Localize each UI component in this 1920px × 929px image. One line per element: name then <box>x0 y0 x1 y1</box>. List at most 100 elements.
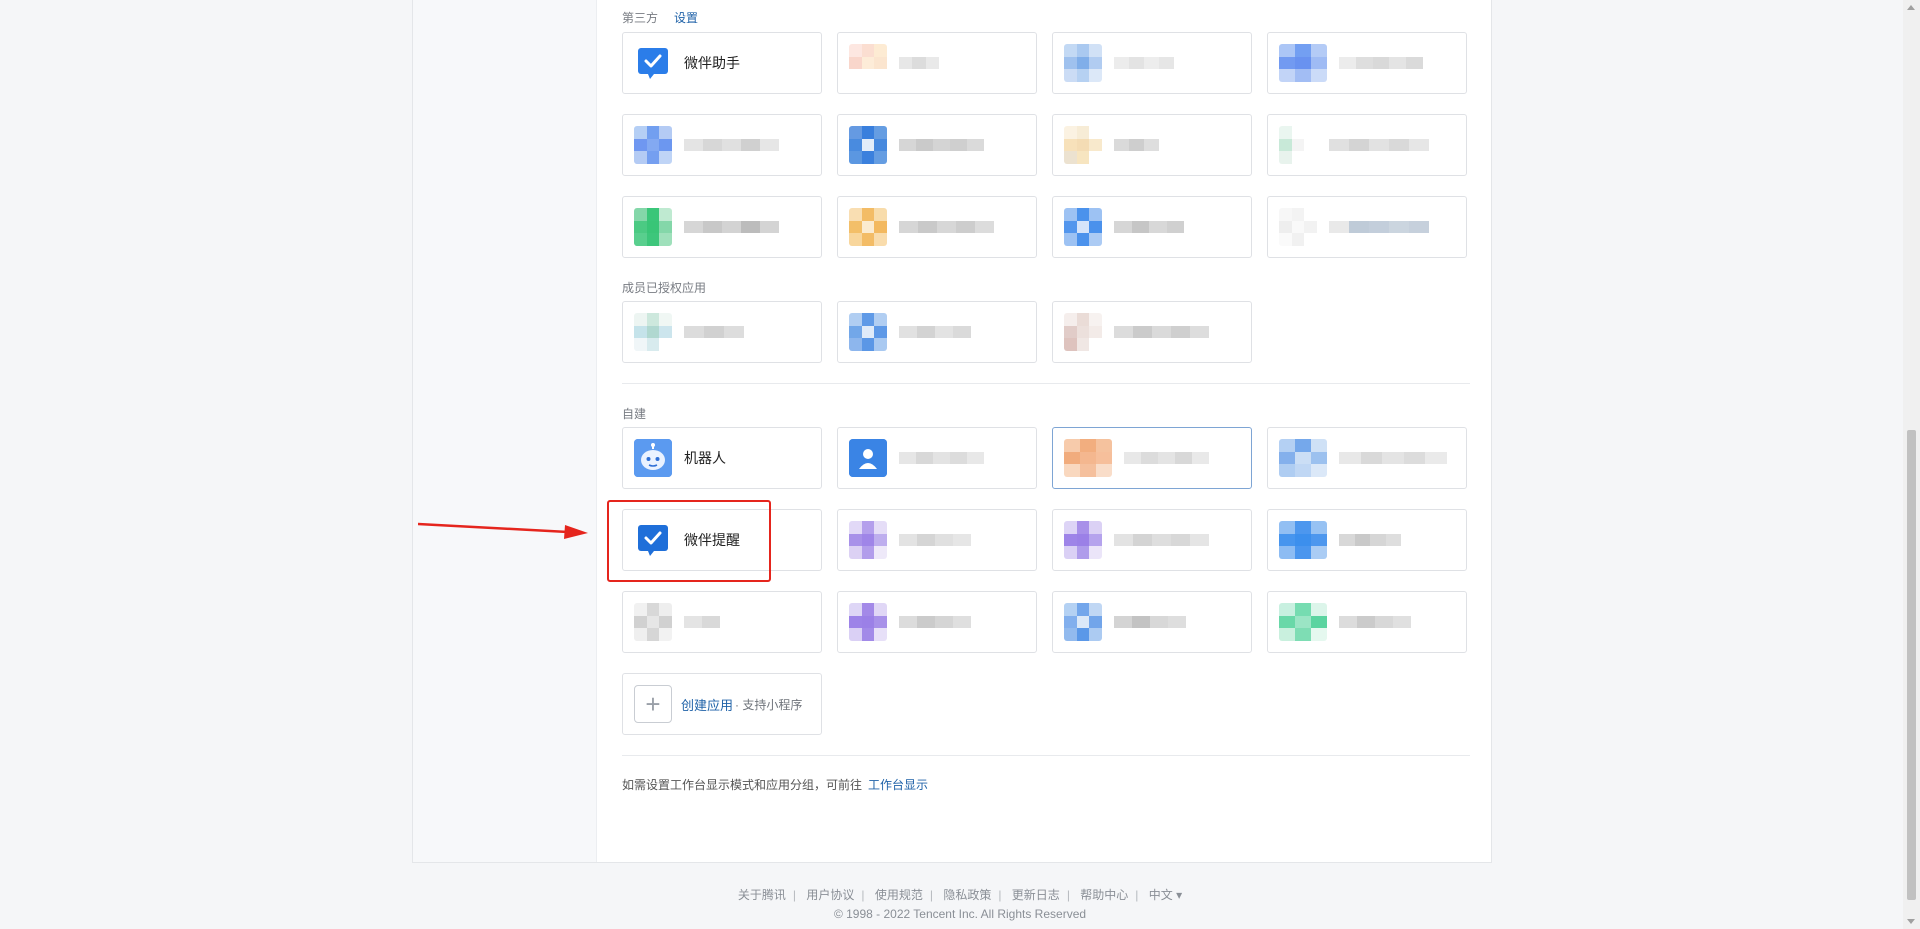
blurred-app-icon <box>849 126 887 164</box>
blurred-app-icon <box>634 126 672 164</box>
copyright: © 1998 - 2022 Tencent Inc. All Rights Re… <box>833 907 1087 921</box>
tip-text: 如需设置工作台显示模式和应用分组，可前往 <box>622 778 863 792</box>
app-name: 微伴助手 <box>684 55 740 71</box>
app-card-blurred[interactable] <box>1052 591 1252 653</box>
blurred-app-icon <box>1064 521 1102 559</box>
scrollbar-thumb[interactable] <box>1907 430 1916 900</box>
app-card-blurred[interactable] <box>837 591 1037 653</box>
blurred-app-icon <box>1279 521 1327 559</box>
app-card-weiban-assistant[interactable]: 微伴助手 <box>622 32 822 94</box>
blurred-app-name <box>899 221 994 233</box>
blurred-app-icon <box>1064 44 1102 82</box>
app-card-blurred[interactable] <box>1267 591 1467 653</box>
page-scrollbar[interactable] <box>1903 0 1920 929</box>
arrow-icon <box>418 522 588 539</box>
blurred-app-icon <box>1064 603 1102 641</box>
blurred-app-icon <box>634 208 672 246</box>
blurred-app-name <box>1114 57 1174 69</box>
section-title-third-party: 第三方 设置 <box>622 9 698 26</box>
blurred-app-icon <box>849 603 887 641</box>
weiban-assistant-icon <box>634 44 672 82</box>
app-card-blurred[interactable] <box>1267 114 1467 176</box>
app-card-blurred[interactable] <box>837 196 1037 258</box>
section-label: 第三方 <box>622 11 659 25</box>
footer-link-changelog[interactable]: 更新日志 <box>1012 888 1060 902</box>
language-select[interactable]: 中文 ▾ <box>1149 888 1182 902</box>
app-card-blurred[interactable] <box>1267 196 1467 258</box>
blurred-app-name <box>1339 452 1447 464</box>
blurred-app-name <box>684 326 744 338</box>
plus-icon: + <box>634 685 672 723</box>
blurred-app-icon <box>1064 439 1112 477</box>
workbench-display-link[interactable]: 工作台显示 <box>868 778 928 792</box>
blurred-app-name <box>684 221 779 233</box>
app-card-blurred[interactable] <box>1052 301 1252 363</box>
app-card-blurred[interactable] <box>837 301 1037 363</box>
contact-icon <box>849 439 887 477</box>
app-card-blurred[interactable] <box>1052 427 1252 489</box>
blurred-app-name <box>684 616 720 628</box>
app-card-blurred[interactable] <box>1267 509 1467 571</box>
blurred-app-name <box>1339 616 1411 628</box>
app-card-blurred[interactable] <box>1052 509 1252 571</box>
blurred-app-icon <box>1064 208 1102 246</box>
blurred-app-name <box>1114 139 1159 151</box>
create-app-button[interactable]: + 创建应用 · 支持小程序 <box>622 673 822 735</box>
footer-link-agreement[interactable]: 用户协议 <box>806 888 854 902</box>
blurred-app-name <box>1114 221 1184 233</box>
app-card-blurred[interactable] <box>1052 32 1252 94</box>
section-divider <box>622 383 1470 384</box>
scroll-up-icon[interactable] <box>1907 5 1915 10</box>
blurred-app-name <box>1124 452 1209 464</box>
blurred-app-icon <box>1279 603 1327 641</box>
footer-link-about[interactable]: 关于腾讯 <box>738 888 786 902</box>
blurred-app-name <box>1114 616 1186 628</box>
blurred-app-name <box>899 452 984 464</box>
app-card-blurred[interactable] <box>837 427 1037 489</box>
app-management-content: 第三方 设置 微伴助手 成员已授权应用 自建 机器人 微伴提醒 + 创建应用 ·… <box>622 0 1470 862</box>
blurred-app-icon <box>1279 44 1327 82</box>
app-card-blurred[interactable] <box>1052 114 1252 176</box>
blurred-app-name <box>1329 139 1429 151</box>
section-title-member-authorized: 成员已授权应用 <box>622 281 707 295</box>
robot-icon <box>634 439 672 477</box>
blurred-app-name <box>899 616 971 628</box>
blurred-app-icon <box>1064 126 1102 164</box>
app-name: 机器人 <box>684 450 726 466</box>
app-card-blurred[interactable] <box>622 591 822 653</box>
blurred-app-icon <box>849 521 887 559</box>
blurred-app-name <box>1339 57 1423 69</box>
blurred-app-icon <box>1279 439 1327 477</box>
app-card-blurred[interactable] <box>1052 196 1252 258</box>
blurred-app-icon <box>1279 208 1317 246</box>
main-panel: 第三方 设置 微伴助手 成员已授权应用 自建 机器人 微伴提醒 + 创建应用 ·… <box>412 0 1492 863</box>
create-app-label: 创建应用 <box>681 697 734 713</box>
footer-links: 关于腾讯 | 用户协议 | 使用规范 | 隐私政策 | 更新日志 | 帮助中心 | 中文 ▾ <box>737 888 1183 902</box>
blurred-app-name <box>1339 534 1401 546</box>
scroll-down-icon[interactable] <box>1907 919 1915 924</box>
blurred-app-name <box>684 139 779 151</box>
blurred-app-name <box>899 534 971 546</box>
blurred-app-icon <box>1064 313 1102 351</box>
blurred-app-icon <box>849 313 887 351</box>
footer-link-privacy[interactable]: 隐私政策 <box>943 888 991 902</box>
section-divider <box>622 755 1470 756</box>
app-card-blurred[interactable] <box>837 509 1037 571</box>
app-card-robot[interactable]: 机器人 <box>622 427 822 489</box>
footer-link-rules[interactable]: 使用规范 <box>875 888 923 902</box>
app-card-blurred[interactable] <box>622 196 822 258</box>
app-card-blurred[interactable] <box>622 301 822 363</box>
left-sidebar <box>413 0 597 862</box>
footer-link-help[interactable]: 帮助中心 <box>1080 888 1128 902</box>
app-card-blurred[interactable] <box>837 114 1037 176</box>
settings-link[interactable]: 设置 <box>674 11 698 25</box>
blurred-app-name <box>899 326 971 338</box>
app-card-blurred[interactable] <box>1267 427 1467 489</box>
app-card-blurred[interactable] <box>622 114 822 176</box>
blurred-app-name <box>1329 221 1429 233</box>
app-card-blurred[interactable] <box>837 32 1037 94</box>
app-card-blurred[interactable] <box>1267 32 1467 94</box>
blurred-app-name <box>899 139 984 151</box>
highlight-box <box>607 500 771 582</box>
blurred-app-icon <box>1279 126 1317 164</box>
